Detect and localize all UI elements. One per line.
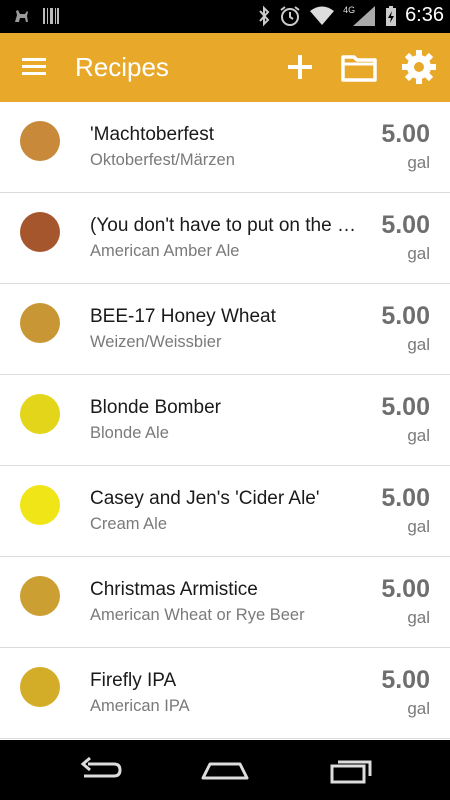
recipe-row[interactable]: Blonde Bomber Blonde Ale 5.00 gal (0, 375, 450, 466)
beer-color-swatch (20, 667, 60, 707)
recipe-style: Oktoberfest/Märzen (90, 151, 235, 169)
home-icon[interactable] (200, 754, 250, 786)
status-bar: 4G 6:36 (0, 0, 450, 33)
recipe-unit: gal (407, 244, 430, 263)
settings-icon[interactable] (400, 48, 438, 86)
recipe-unit: gal (407, 608, 430, 627)
recipe-row[interactable]: BEE-17 Honey Wheat Weizen/Weissbier 5.00… (0, 284, 450, 375)
beer-color-swatch (20, 485, 60, 525)
recipe-volume: 5.00 (381, 666, 430, 694)
add-icon[interactable] (282, 49, 318, 85)
recipe-name: Casey and Jen's 'Cider Ale' (90, 488, 320, 509)
beer-color-swatch (20, 212, 60, 252)
recipe-name: Christmas Armistice (90, 579, 258, 600)
recipe-volume: 5.00 (381, 120, 430, 148)
bluetooth-icon (257, 5, 271, 27)
back-icon[interactable] (78, 754, 124, 786)
recipe-style: Weizen/Weissbier (90, 333, 222, 351)
menu-icon[interactable] (20, 55, 50, 79)
recipe-style: Cream Ale (90, 515, 168, 533)
recipe-row[interactable]: Christmas Armistice American Wheat or Ry… (0, 557, 450, 648)
recipe-style: American Wheat or Rye Beer (90, 606, 305, 624)
recents-icon[interactable] (328, 754, 374, 786)
beer-color-swatch (20, 576, 60, 616)
recipe-volume: 5.00 (381, 575, 430, 603)
page-title: Recipes (75, 52, 169, 82)
barcode-icon (42, 6, 60, 26)
recipe-name: Blonde Bomber (90, 397, 221, 418)
recipe-name: 'Machtoberfest (90, 124, 215, 145)
recipe-unit: gal (407, 699, 430, 718)
recipe-unit: gal (407, 426, 430, 445)
recipe-unit: gal (407, 153, 430, 172)
recipe-style: American IPA (90, 697, 190, 715)
beer-color-swatch (20, 121, 60, 161)
alarm-icon (279, 5, 301, 27)
recipe-volume: 5.00 (381, 484, 430, 512)
system-nav-bar (0, 740, 450, 800)
recipe-name: (You don't have to put on the red light) (90, 215, 360, 236)
folder-icon[interactable] (340, 51, 378, 85)
cell-signal-icon: 4G (343, 5, 377, 27)
recipe-row[interactable]: (You don't have to put on the red light)… (0, 193, 450, 284)
recipe-style: Blonde Ale (90, 424, 169, 442)
recipe-name: BEE-17 Honey Wheat (90, 306, 276, 327)
recipe-row[interactable]: Casey and Jen's 'Cider Ale' Cream Ale 5.… (0, 466, 450, 557)
app-bar: Recipes (0, 33, 450, 102)
recipe-list[interactable]: 'Machtoberfest Oktoberfest/Märzen 5.00 g… (0, 102, 450, 740)
recipe-unit: gal (407, 517, 430, 536)
recipe-name: Firefly IPA (90, 670, 177, 691)
status-time: 6:36 (405, 4, 444, 26)
beer-color-swatch (20, 394, 60, 434)
recipe-volume: 5.00 (381, 211, 430, 239)
recipe-style: American Amber Ale (90, 242, 240, 260)
battery-charging-icon (385, 5, 397, 27)
recipe-row[interactable]: 'Machtoberfest Oktoberfest/Märzen 5.00 g… (0, 102, 450, 193)
recipe-volume: 5.00 (381, 302, 430, 330)
wifi-icon (309, 6, 335, 26)
network-label: 4G (343, 4, 356, 15)
recipe-unit: gal (407, 335, 430, 354)
beer-color-swatch (20, 303, 60, 343)
recipe-row[interactable]: Firefly IPA American IPA 5.00 gal (0, 648, 450, 739)
app-notification-icon (12, 6, 32, 26)
recipe-volume: 5.00 (381, 393, 430, 421)
